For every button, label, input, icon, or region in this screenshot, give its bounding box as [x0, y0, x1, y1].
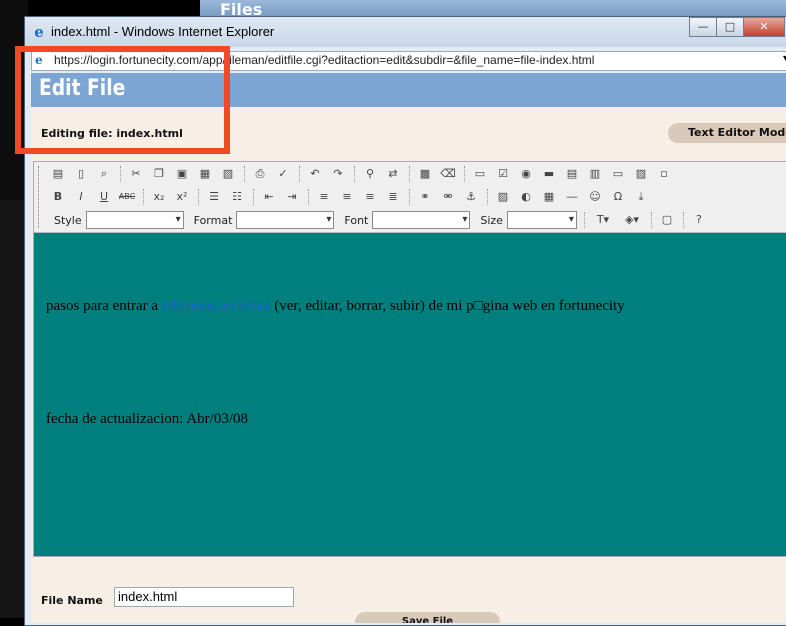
underline-icon[interactable]: U [94, 188, 114, 206]
numbered-list-icon[interactable]: ☰ [204, 188, 224, 206]
cut-icon[interactable]: ✂ [126, 165, 146, 183]
toolbar-row-1: ▤ ▯ ⌕ ✂ ❐ ▣ ▦ ▧ ⎙ ✓ ↶ ↷ ⚲ ⇄ ▩ ⌫ ▭ ☑ ◉ ▬ … [48, 164, 677, 184]
style-label: Style [54, 213, 82, 227]
undo-icon[interactable]: ↶ [305, 165, 325, 183]
table-icon[interactable]: ▦ [539, 188, 559, 206]
file-name-label: File Name [41, 594, 103, 607]
copy-icon[interactable]: ❐ [149, 165, 169, 183]
window-title: index.html - Windows Internet Explorer [51, 24, 275, 39]
find-icon[interactable]: ⚲ [360, 165, 380, 183]
image-icon[interactable]: ▨ [493, 188, 513, 206]
unlink-icon[interactable]: ⚮ [438, 188, 458, 206]
editor-content-area[interactable]: pasos para entrar a editamos archivos (v… [34, 233, 786, 556]
bold-icon[interactable]: B [48, 188, 68, 206]
ie-logo-icon: e [34, 23, 44, 41]
form-icon[interactable]: ▭ [470, 165, 490, 183]
hidden-field-icon[interactable]: ▫ [654, 165, 674, 183]
image-button-icon[interactable]: ▨ [631, 165, 651, 183]
close-button[interactable]: ✕ [743, 17, 785, 37]
font-label: Font [344, 213, 369, 227]
page-break-icon[interactable]: ⤓ [631, 188, 651, 206]
size-label: Size [480, 213, 503, 227]
minimize-button[interactable]: — [689, 17, 717, 37]
text-color-icon[interactable]: T▾ [590, 211, 616, 229]
paste-text-icon[interactable]: ▦ [195, 165, 215, 183]
paste-icon[interactable]: ▣ [172, 165, 192, 183]
justify-icon[interactable]: ≣ [383, 188, 403, 206]
redo-icon[interactable]: ↷ [328, 165, 348, 183]
checkbox-icon[interactable]: ☑ [493, 165, 513, 183]
editor-line-2: fecha de actualizacion: Abr/03/08 [46, 411, 248, 427]
anchor-icon[interactable]: ⚓ [461, 188, 481, 206]
style-select[interactable] [85, 211, 184, 229]
flash-icon[interactable]: ◐ [516, 188, 536, 206]
align-center-icon[interactable]: ≡ [337, 188, 357, 206]
font-select[interactable] [372, 211, 471, 229]
bulleted-list-icon[interactable]: ☷ [227, 188, 247, 206]
title-bar[interactable]: e index.html - Windows Internet Explorer… [25, 17, 786, 47]
editor-toolbar: ▤ ▯ ⌕ ✂ ❐ ▣ ▦ ▧ ⎙ ✓ ↶ ↷ ⚲ ⇄ ▩ ⌫ ▭ ☑ ◉ ▬ … [34, 162, 786, 233]
toolbar-grip[interactable] [38, 166, 43, 228]
help-icon[interactable]: ? [689, 211, 709, 229]
new-page-icon[interactable]: ▯ [71, 165, 91, 183]
maximize-editor-icon[interactable]: ▢ [657, 211, 677, 229]
toolbar-row-3: Style Format Font Size T▾ ◈▾ ▢ ? [48, 210, 712, 230]
text-editor-mode-button[interactable]: Text Editor Mode [668, 123, 786, 143]
spellcheck-icon[interactable]: ✓ [273, 165, 293, 183]
button-icon[interactable]: ▭ [608, 165, 628, 183]
background-color-icon[interactable]: ◈▾ [619, 211, 645, 229]
editor-link[interactable]: editamos archivos [162, 298, 271, 314]
page-content: Edit File Editing file: index.html Text … [31, 73, 786, 623]
print-icon[interactable]: ⎙ [250, 165, 270, 183]
preview-icon[interactable]: ⌕ [94, 165, 114, 183]
align-right-icon[interactable]: ≡ [360, 188, 380, 206]
smiley-icon[interactable]: ☺ [585, 188, 605, 206]
editor-line-1: pasos para entrar a editamos archivos (v… [46, 298, 625, 314]
superscript-icon[interactable]: x² [172, 188, 192, 206]
replace-icon[interactable]: ⇄ [383, 165, 403, 183]
link-icon[interactable]: ⚭ [415, 188, 435, 206]
textarea-icon[interactable]: ▤ [562, 165, 582, 183]
select-all-icon[interactable]: ▩ [415, 165, 435, 183]
horizontal-rule-icon[interactable]: ― [562, 188, 582, 206]
remove-format-icon[interactable]: ⌫ [438, 165, 458, 183]
subscript-icon[interactable]: x₂ [149, 188, 169, 206]
text-field-icon[interactable]: ▬ [539, 165, 559, 183]
select-field-icon[interactable]: ▥ [585, 165, 605, 183]
align-left-icon[interactable]: ≡ [314, 188, 334, 206]
format-select[interactable] [236, 211, 335, 229]
italic-icon[interactable]: I [71, 188, 91, 206]
special-char-icon[interactable]: Ω [608, 188, 628, 206]
indent-icon[interactable]: ⇥ [282, 188, 302, 206]
toolbar-row-2: B I U ABC x₂ x² ☰ ☷ ⇤ ⇥ ≡ ≡ ≡ ≣ ⚭ ⚮ ⚓ ▨ … [48, 187, 654, 207]
maximize-button[interactable]: □ [716, 17, 744, 37]
strikethrough-icon[interactable]: ABC [117, 188, 137, 206]
outdent-icon[interactable]: ⇤ [259, 188, 279, 206]
paste-word-icon[interactable]: ▧ [218, 165, 238, 183]
radio-icon[interactable]: ◉ [516, 165, 536, 183]
source-icon[interactable]: ▤ [48, 165, 68, 183]
rich-text-editor: ▤ ▯ ⌕ ✂ ❐ ▣ ▦ ▧ ⎙ ✓ ↶ ↷ ⚲ ⇄ ▩ ⌫ ▭ ☑ ◉ ▬ … [33, 161, 786, 557]
file-name-input[interactable]: index.html [114, 587, 294, 607]
size-select[interactable] [506, 211, 577, 229]
format-label: Format [193, 213, 233, 227]
highlight-box [15, 46, 230, 154]
